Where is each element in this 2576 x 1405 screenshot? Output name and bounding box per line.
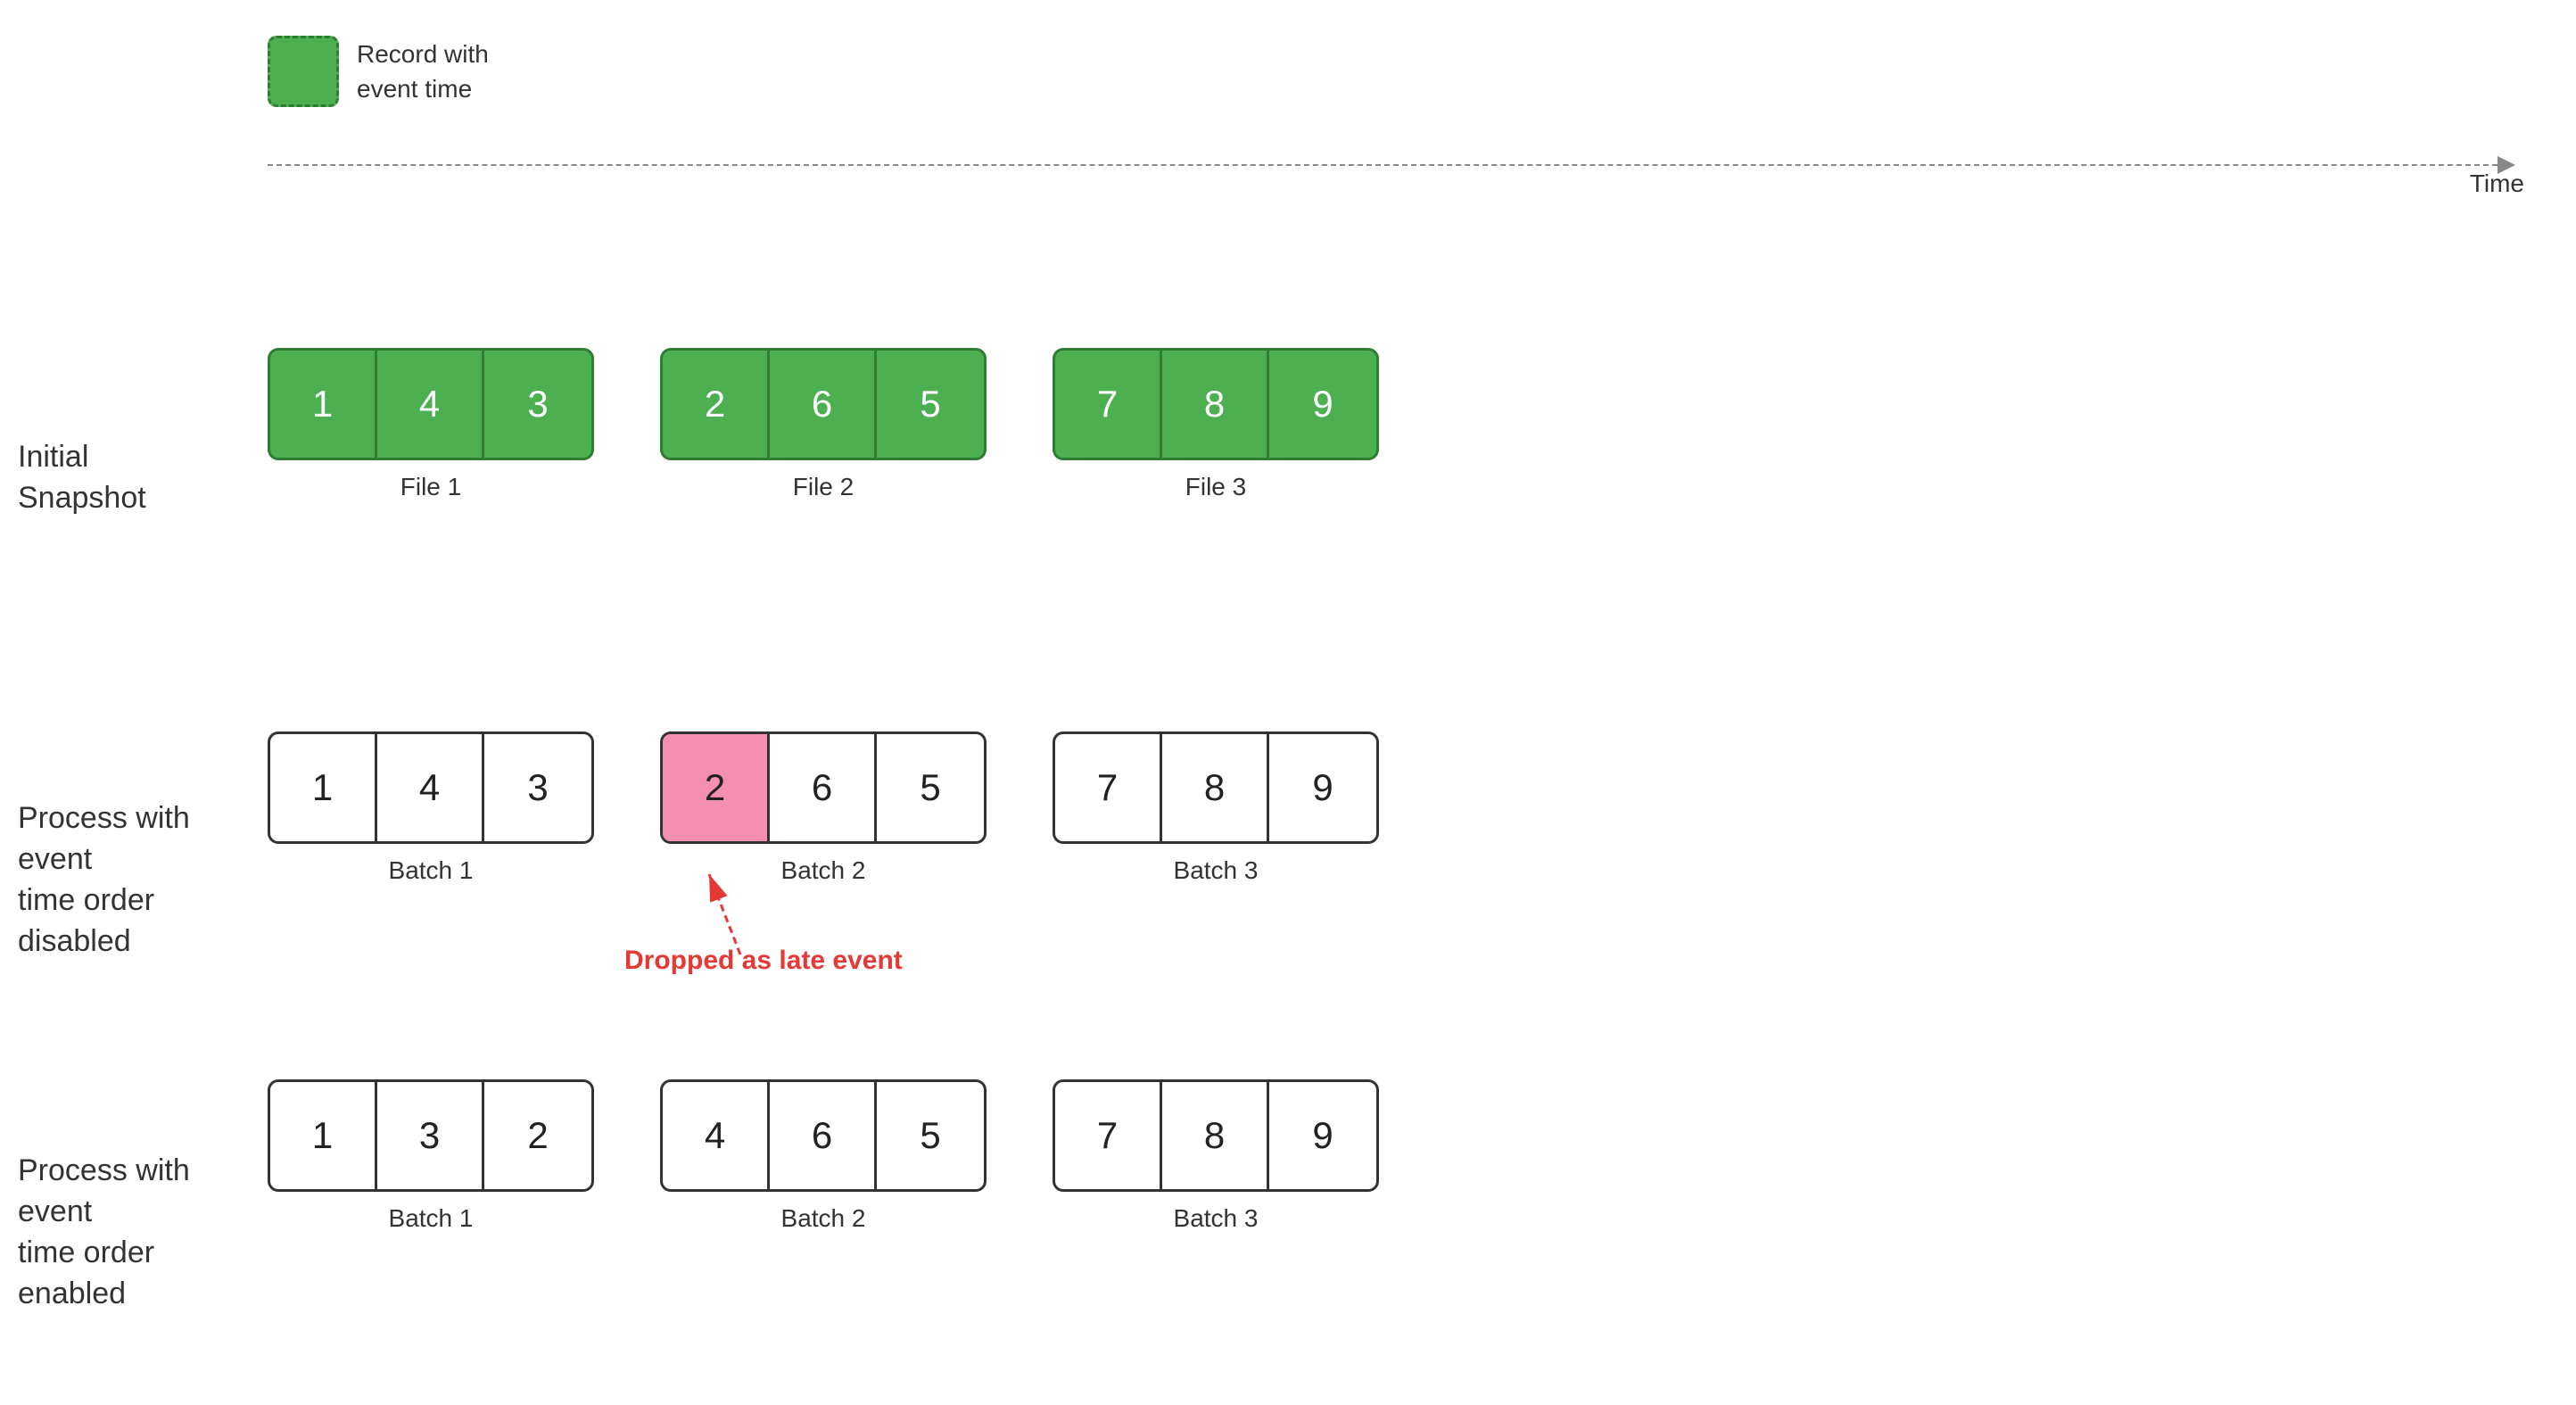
batch3-enabled-label: Batch 3 (1174, 1204, 1259, 1233)
b1e-r2: 3 (377, 1082, 484, 1189)
record-1-3: 3 (484, 351, 591, 458)
time-label: Time (2470, 169, 2524, 198)
b2e-r3: 5 (877, 1082, 984, 1189)
record-3-1: 7 (1055, 351, 1162, 458)
legend-text: Record with event time (357, 37, 489, 106)
file-3-group: 7 8 9 File 3 (1053, 348, 1379, 501)
batch2-enabled-group: 4 6 5 Batch 2 (660, 1079, 987, 1233)
b3d-r3: 9 (1269, 734, 1376, 841)
record-2-2: 6 (770, 351, 877, 458)
diagram: Record with event time Time Initial Snap… (0, 0, 2576, 1405)
b2e-r1: 4 (663, 1082, 770, 1189)
batch1-disabled-group: 1 4 3 Batch 1 (268, 731, 594, 885)
legend-line2: event time (357, 75, 472, 103)
batch3-enabled-records: 7 8 9 (1053, 1079, 1379, 1192)
file-1-group: 1 4 3 File 1 (268, 348, 594, 501)
b3d-r2: 8 (1162, 734, 1269, 841)
batch2-disabled-group: 2 6 5 Batch 2 (660, 731, 987, 885)
batch2-enabled-records: 4 6 5 (660, 1079, 987, 1192)
file-2-group: 2 6 5 File 2 (660, 348, 987, 501)
batch1-enabled-label: Batch 1 (389, 1204, 474, 1233)
batch1-enabled-records: 1 3 2 (268, 1079, 594, 1192)
record-2-1: 2 (663, 351, 770, 458)
b3e-r3: 9 (1269, 1082, 1376, 1189)
file-1-records: 1 4 3 (268, 348, 594, 460)
b3e-r2: 8 (1162, 1082, 1269, 1189)
legend-line1: Record with (357, 40, 489, 68)
record-1-2: 4 (377, 351, 484, 458)
b2d-r3: 5 (877, 734, 984, 841)
file-3-label: File 3 (1185, 473, 1246, 501)
dropped-annotation: Dropped as late event (624, 946, 903, 976)
disabled-label: Process with eventtime order disabled (18, 798, 223, 963)
file-3-records: 7 8 9 (1053, 348, 1379, 460)
batch3-disabled-records: 7 8 9 (1053, 731, 1379, 844)
record-3-3: 9 (1269, 351, 1376, 458)
time-axis: Time (268, 156, 2515, 174)
batch1-enabled-group: 1 3 2 Batch 1 (268, 1079, 594, 1233)
batch3-enabled-group: 7 8 9 Batch 3 (1053, 1079, 1379, 1233)
legend-record-box (268, 36, 339, 107)
legend: Record with event time (268, 36, 489, 107)
file-2-label: File 2 (793, 473, 854, 501)
batch3-disabled-group: 7 8 9 Batch 3 (1053, 731, 1379, 885)
b1d-r3: 3 (484, 734, 591, 841)
batch2-disabled-records: 2 6 5 (660, 731, 987, 844)
b2e-r2: 6 (770, 1082, 877, 1189)
time-line (268, 164, 2498, 166)
batch2-disabled-label: Batch 2 (781, 856, 866, 885)
batch1-disabled-label: Batch 1 (389, 856, 474, 885)
b1e-r3: 2 (484, 1082, 591, 1189)
record-1-1: 1 (270, 351, 377, 458)
b1e-r1: 1 (270, 1082, 377, 1189)
batch3-disabled-label: Batch 3 (1174, 856, 1259, 885)
record-2-3: 5 (877, 351, 984, 458)
batch2-enabled-label: Batch 2 (781, 1204, 866, 1233)
batch1-disabled-records: 1 4 3 (268, 731, 594, 844)
enabled-label: Process with eventtime order enabled (18, 1151, 223, 1315)
b3d-r1: 7 (1055, 734, 1162, 841)
b2d-r1-late: 2 (663, 734, 770, 841)
b1d-r1: 1 (270, 734, 377, 841)
file-1-label: File 1 (400, 473, 461, 501)
b2d-r2: 6 (770, 734, 877, 841)
b1d-r2: 4 (377, 734, 484, 841)
initial-snapshot-label: Initial Snapshot (18, 437, 223, 519)
b3e-r1: 7 (1055, 1082, 1162, 1189)
record-3-2: 8 (1162, 351, 1269, 458)
file-2-records: 2 6 5 (660, 348, 987, 460)
